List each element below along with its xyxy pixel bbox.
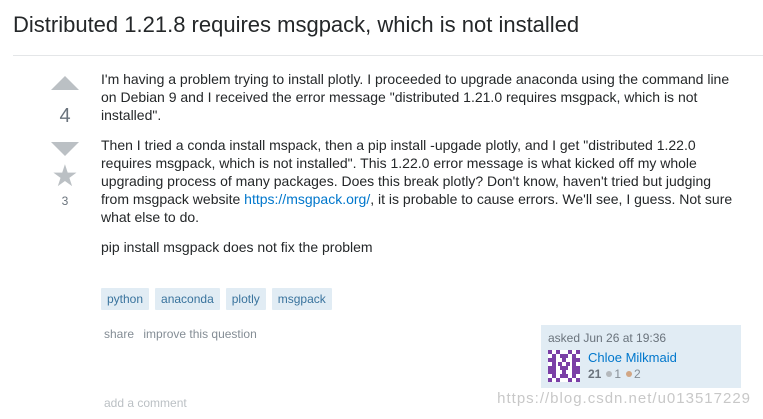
post-paragraph-1: I'm having a problem trying to install p… (101, 71, 730, 123)
share-link[interactable]: share (104, 327, 134, 341)
owner-row: Chloe Milkmaid 21 1 2 (548, 350, 734, 382)
owner-details: Chloe Milkmaid 21 1 2 (588, 350, 677, 382)
tag-anaconda[interactable]: anaconda (155, 288, 220, 310)
asked-timestamp: asked Jun 26 at 19:36 (548, 331, 667, 345)
favorite-star-icon[interactable]: ★ (44, 162, 86, 192)
question-title[interactable]: Distributed 1.21.8 requires msgpack, whi… (13, 12, 579, 38)
bronze-badge-count: 2 (634, 367, 641, 381)
vote-down-arrow-icon[interactable] (51, 142, 79, 156)
owner-card: asked Jun 26 at 19:36 Chloe Milkmaid 21 … (541, 325, 741, 388)
tag-python[interactable]: python (101, 288, 150, 310)
msgpack-website-link[interactable]: https://msgpack.org/ (244, 191, 370, 207)
tag-list: python anaconda plotly msgpack (101, 288, 332, 310)
owner-flair: 21 1 2 (588, 366, 677, 382)
title-divider (13, 55, 763, 56)
watermark-text: https://blog.csdn.net/u013517229 (497, 390, 751, 407)
silver-badge-icon (606, 371, 613, 378)
favorite-count: 3 (61, 194, 69, 208)
silver-badge-count: 1 (614, 367, 622, 381)
post-paragraph-2: Then I tried a conda install mspack, the… (101, 136, 741, 226)
question-page: Distributed 1.21.8 requires msgpack, whi… (0, 0, 763, 419)
add-comment-link[interactable]: add a comment (104, 396, 187, 410)
improve-question-link[interactable]: improve this question (143, 327, 256, 341)
tag-msgpack[interactable]: msgpack (271, 288, 332, 310)
owner-name-link[interactable]: Chloe Milkmaid (588, 350, 677, 366)
post-body: I'm having a problem trying to install p… (101, 70, 741, 268)
vote-cell: 4 ★ 3 (44, 72, 86, 208)
avatar[interactable] (548, 350, 580, 382)
post-paragraph-3: pip install msgpack does not fix the pro… (101, 239, 373, 255)
tag-plotly[interactable]: plotly (225, 288, 266, 310)
vote-up-arrow-icon[interactable] (51, 76, 79, 90)
bronze-badge-icon (626, 371, 633, 378)
reputation-score: 21 (588, 367, 602, 381)
post-menu: share improve this question (104, 327, 263, 341)
vote-count: 4 (59, 105, 71, 127)
